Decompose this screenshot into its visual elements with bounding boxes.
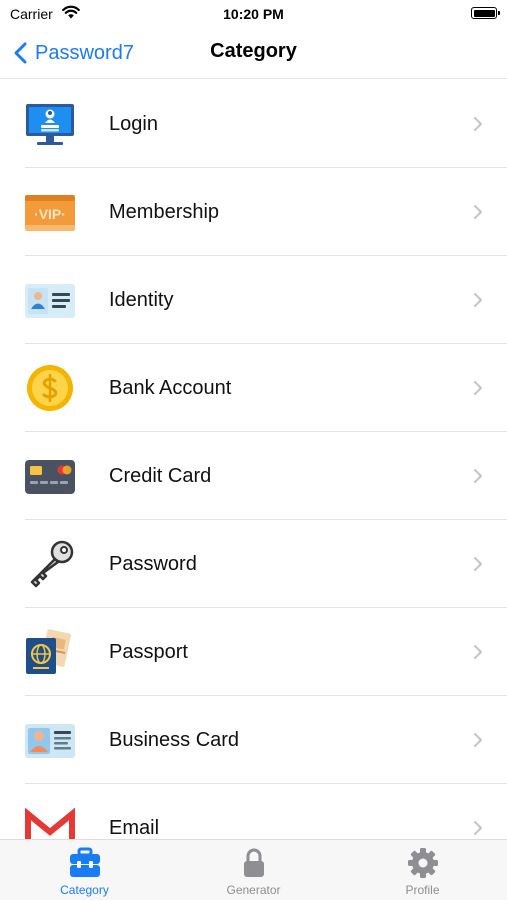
vip-card-icon: ·VIP· [25,195,75,231]
category-label: Identity [109,289,174,311]
passport-icon [26,629,71,674]
chevron-right-icon [474,117,482,131]
chevron-right-icon [474,381,482,395]
computer-login-icon [26,104,74,145]
page-title: Category [210,40,297,62]
category-row-credit-card[interactable]: Credit Card [0,432,507,520]
id-card-icon [25,284,75,318]
category-row-password[interactable]: Password [0,520,507,608]
category-label: Email [109,817,160,839]
category-row-email[interactable]: Email [0,784,507,840]
category-label: Login [109,113,158,135]
tab-label: Profile [405,883,440,897]
category-label: Membership [109,201,220,223]
category-label: Credit Card [109,465,212,487]
chevron-right-icon [474,557,482,571]
navigation-bar: Password7 Category [0,30,507,79]
battery-icon [471,7,500,19]
credit-card-icon [25,460,75,494]
lock-icon [243,848,264,877]
category-label: Password [109,553,197,575]
status-time: 10:20 PM [223,6,284,22]
business-card-icon [25,724,75,758]
chevron-right-icon [474,293,482,307]
dollar-coin-icon [27,365,73,411]
category-row-business-card[interactable]: Business Card [0,696,507,784]
chevron-right-icon [474,645,482,659]
chevron-right-icon [474,205,482,219]
category-label: Business Card [109,729,240,751]
chevron-right-icon [474,733,482,747]
category-list: Login ·VIP· Membership Identity Bank Acc… [0,80,507,840]
gmail-icon [25,807,75,840]
gear-icon [407,848,438,878]
tab-label: Category [60,883,109,897]
toolbox-icon [69,847,100,877]
chevron-right-icon [474,821,482,835]
category-row-login[interactable]: Login [0,80,507,168]
chevron-right-icon [474,469,482,483]
tab-profile[interactable]: Profile [338,840,507,900]
svg-text:·VIP·: ·VIP· [34,206,66,222]
category-label: Bank Account [109,377,232,399]
tab-label: Generator [226,883,281,897]
category-row-identity[interactable]: Identity [0,256,507,344]
category-row-bank-account[interactable]: Bank Account [0,344,507,432]
tab-bar: Category Generator Profile [0,839,507,900]
tab-generator[interactable]: Generator [169,840,338,900]
key-icon [30,540,74,588]
status-bar: Carrier 10:20 PM [0,0,507,30]
category-row-passport[interactable]: Passport [0,608,507,696]
category-row-membership[interactable]: ·VIP· Membership [0,168,507,256]
category-label: Passport [109,641,188,663]
tab-category[interactable]: Category [0,840,169,900]
